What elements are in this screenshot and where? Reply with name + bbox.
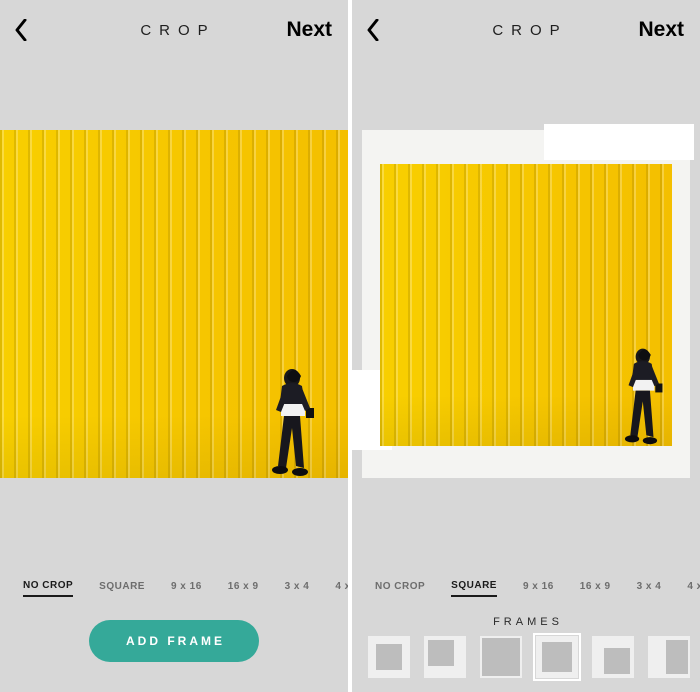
header: CROP Next	[0, 0, 348, 60]
photo-person	[262, 366, 318, 478]
page-title: CROP	[132, 22, 215, 39]
chevron-left-icon	[14, 19, 28, 41]
header: CROP Next	[352, 0, 700, 60]
next-button[interactable]: Next	[286, 0, 332, 60]
crop-option-16-x-9[interactable]: 16 x 9	[580, 577, 611, 596]
crop-screen-square-frame: CROP Next	[352, 0, 700, 692]
next-button[interactable]: Next	[638, 0, 684, 60]
add-frame-button[interactable]: ADD FRAME	[89, 620, 259, 662]
crop-option-no-crop[interactable]: NO CROP	[375, 577, 425, 596]
crop-option-3-x-4[interactable]: 3 x 4	[285, 577, 310, 596]
crop-option-16-x-9[interactable]: 16 x 9	[228, 577, 259, 596]
frame-full-bleed[interactable]	[480, 636, 522, 678]
frame-offset-br[interactable]	[592, 636, 634, 678]
photo-canvas[interactable]	[0, 130, 348, 478]
crop-option-square[interactable]: SQUARE	[451, 576, 497, 597]
frame-offset-tl[interactable]	[424, 636, 466, 678]
crop-options[interactable]: NO CROP SQUARE 9 x 16 16 x 9 3 x 4 4 x 3	[352, 572, 700, 600]
frame-center-square[interactable]	[368, 636, 410, 678]
back-button[interactable]	[366, 0, 380, 60]
photo-canvas[interactable]	[352, 130, 700, 478]
crop-option-4-x-3[interactable]: 4 x 3	[687, 577, 700, 596]
photo-person	[616, 346, 666, 446]
crop-option-4-x-3[interactable]: 4 x 3	[335, 577, 348, 596]
crop-option-square[interactable]: SQUARE	[99, 577, 145, 596]
frame-thin-border[interactable]	[536, 636, 578, 678]
photo	[0, 130, 348, 478]
crop-option-no-crop[interactable]: NO CROP	[23, 576, 73, 597]
crop-option-9-x-16[interactable]: 9 x 16	[523, 577, 554, 596]
crop-options[interactable]: NO CROPSQUARE9 x 1616 x 93 x 44 x 3IG S	[0, 572, 348, 600]
back-button[interactable]	[14, 0, 28, 60]
crop-option-3-x-4[interactable]: 3 x 4	[637, 577, 662, 596]
chevron-left-icon	[366, 19, 380, 41]
frame-accent-top-right	[544, 124, 694, 160]
crop-option-9-x-16[interactable]: 9 x 16	[171, 577, 202, 596]
crop-screen-no-crop: CROP Next	[0, 0, 348, 692]
frames-heading: FRAMES	[352, 616, 700, 628]
frame-thumbnails[interactable]	[352, 632, 700, 682]
frame-half-right[interactable]	[648, 636, 690, 678]
photo	[380, 164, 672, 446]
page-title: CROP	[484, 22, 567, 39]
